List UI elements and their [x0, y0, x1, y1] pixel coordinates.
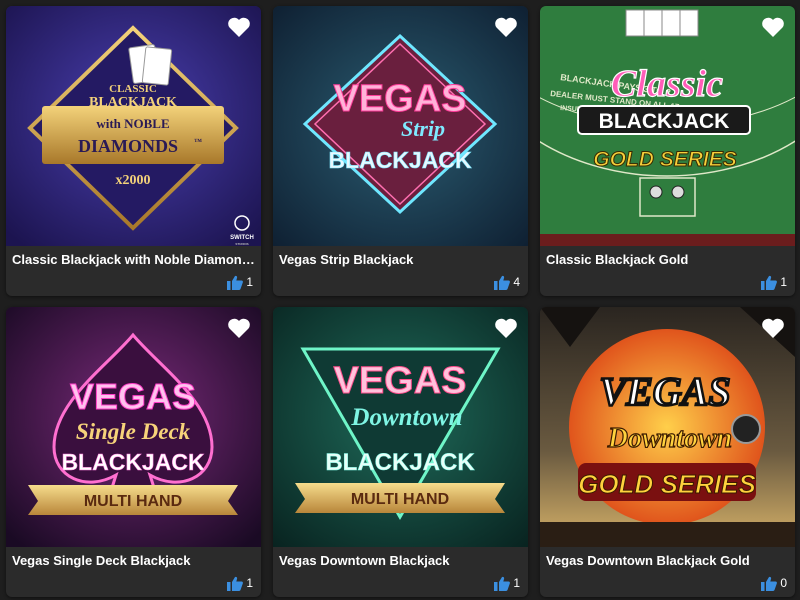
like-count: 0 [780, 576, 787, 590]
art-banner: MULTI HAND [84, 493, 182, 510]
game-thumbnail[interactable]: VEGAS Downtown GOLD SERIES [540, 307, 795, 547]
like-button[interactable]: 4 [494, 274, 520, 290]
art-line1: VEGAS [333, 78, 466, 120]
thumbs-up-icon [227, 275, 244, 290]
art-line3: GOLD SERIES [593, 148, 737, 171]
like-button[interactable]: 1 [494, 575, 520, 591]
thumbs-up-icon [494, 576, 511, 591]
game-thumbnail[interactable]: VEGAS Single Deck BLACKJACK MULTI HAND [6, 307, 261, 547]
game-card[interactable]: BLACKJACK PAYS 3 TO 2 DEALER MUST STAND … [540, 6, 795, 296]
like-button[interactable]: 0 [761, 575, 787, 591]
like-count: 1 [246, 576, 253, 590]
like-button[interactable]: 1 [227, 274, 253, 290]
heart-icon[interactable] [227, 317, 251, 339]
art-line2: BLACKJACK [599, 110, 730, 133]
thumbs-up-icon [761, 576, 778, 591]
art-line1: CLASSIC [109, 83, 157, 95]
game-title[interactable]: Vegas Strip Blackjack [279, 252, 522, 267]
thumbs-up-icon [494, 275, 511, 290]
game-grid: CLASSIC BLACKJACK with NOBLE DIAMONDS ™ … [0, 0, 800, 600]
heart-icon[interactable] [494, 317, 518, 339]
provider-logo: SWITCH [230, 235, 254, 241]
thumbs-up-icon [227, 576, 244, 591]
art-line2: Single Deck [76, 419, 191, 444]
like-button[interactable]: 1 [761, 274, 787, 290]
provider-logo-sub: STUDIOS [235, 242, 248, 246]
art-line2: Downtown [350, 404, 462, 431]
art-line1: Classic [611, 63, 723, 105]
game-title[interactable]: Classic Blackjack with Noble Diamonds [12, 252, 255, 267]
heart-icon[interactable] [227, 16, 251, 38]
art-multiplier: x2000 [116, 173, 151, 188]
art-line1: VEGAS [70, 376, 196, 417]
art-line2: Strip [401, 116, 445, 141]
thumbs-up-icon [761, 275, 778, 290]
art-tm: ™ [194, 137, 202, 146]
art-line3: with NOBLE [96, 116, 169, 131]
game-title[interactable]: Vegas Downtown Blackjack Gold [546, 553, 789, 568]
art-line2: Downtown [607, 423, 733, 454]
art-line4: DIAMONDS [78, 136, 178, 156]
game-thumbnail[interactable]: CLASSIC BLACKJACK with NOBLE DIAMONDS ™ … [6, 6, 261, 246]
art-line3: BLACKJACK [328, 147, 472, 173]
art-line2: BLACKJACK [89, 95, 177, 110]
game-title[interactable]: Vegas Downtown Blackjack [279, 553, 522, 568]
art-line1: VEGAS [599, 369, 730, 414]
art-banner: MULTI HAND [351, 491, 449, 508]
like-count: 4 [513, 275, 520, 289]
like-button[interactable]: 1 [227, 575, 253, 591]
game-card[interactable]: VEGAS Single Deck BLACKJACK MULTI HAND V… [6, 307, 261, 597]
game-thumbnail[interactable]: VEGAS Downtown BLACKJACK MULTI HAND [273, 307, 528, 547]
art-line3: BLACKJACK [61, 449, 205, 475]
art-line3: BLACKJACK [325, 449, 475, 476]
art-line1: VEGAS [333, 360, 466, 402]
art-line3: GOLD SERIES [578, 469, 756, 499]
like-count: 1 [513, 576, 520, 590]
like-count: 1 [780, 275, 787, 289]
game-title[interactable]: Vegas Single Deck Blackjack [12, 553, 255, 568]
game-card[interactable]: VEGAS Downtown BLACKJACK MULTI HAND Vega… [273, 307, 528, 597]
game-title[interactable]: Classic Blackjack Gold [546, 252, 789, 267]
game-thumbnail[interactable]: BLACKJACK PAYS 3 TO 2 DEALER MUST STAND … [540, 6, 795, 246]
game-card[interactable]: VEGAS Strip BLACKJACK Vegas Strip Blackj… [273, 6, 528, 296]
game-card[interactable]: CLASSIC BLACKJACK with NOBLE DIAMONDS ™ … [6, 6, 261, 296]
like-count: 1 [246, 275, 253, 289]
heart-icon[interactable] [494, 16, 518, 38]
game-card[interactable]: VEGAS Downtown GOLD SERIES Vegas Downtow… [540, 307, 795, 597]
heart-icon[interactable] [761, 16, 785, 38]
heart-icon[interactable] [761, 317, 785, 339]
game-thumbnail[interactable]: VEGAS Strip BLACKJACK [273, 6, 528, 246]
